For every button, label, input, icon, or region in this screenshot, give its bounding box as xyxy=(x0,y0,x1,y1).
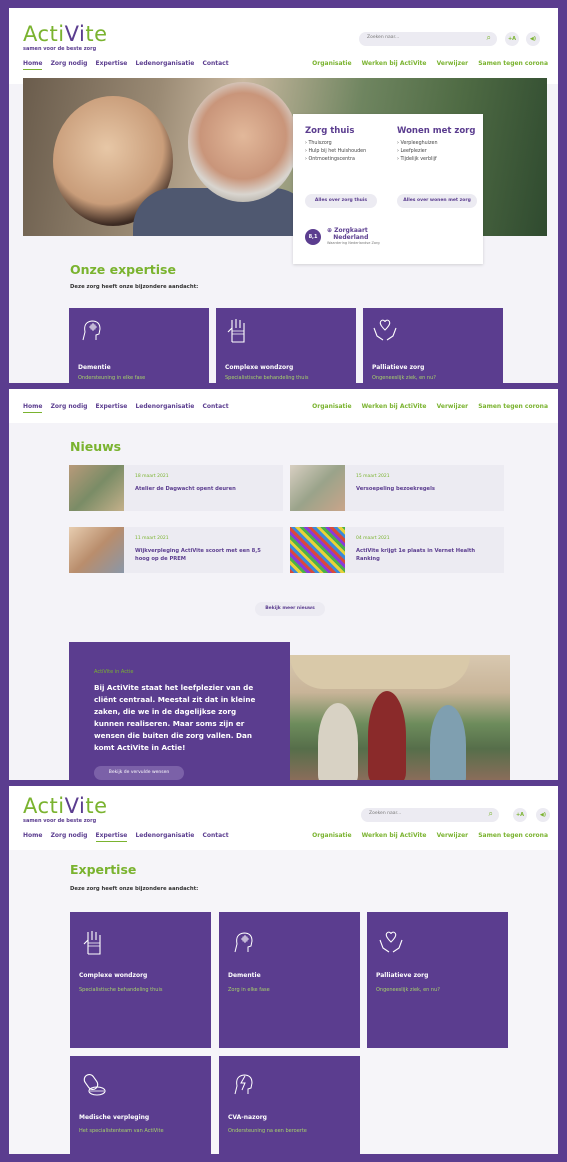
search-input[interactable]: Zoeken naar... ⌕ xyxy=(361,808,499,822)
brain-head-icon xyxy=(234,932,253,953)
brain-lightning-icon xyxy=(234,1074,253,1095)
zorg-thuis-button[interactable]: Alles over zorg thuis xyxy=(305,194,377,208)
brain-head-icon xyxy=(82,320,101,341)
main-nav: Home Zorg nodig Expertise Ledenorganisat… xyxy=(23,832,235,844)
search-input[interactable]: Zoeken naar... ⌕ xyxy=(359,32,497,46)
tile-dementie[interactable]: Dementie Ondersteuning in elke fase xyxy=(69,308,209,383)
news-item[interactable]: 11 maart 2021 Wijkverpleging ActiVite sc… xyxy=(69,527,283,573)
logo-tagline: samen voor de beste zorg xyxy=(23,818,97,824)
page-subtitle: Deze zorg heeft onze bijzondere aandacht… xyxy=(70,886,199,892)
more-news-button[interactable]: Bekijk meer nieuws xyxy=(255,602,325,616)
news-thumbnail xyxy=(290,527,345,573)
page-title: Expertise xyxy=(70,862,137,877)
nav-zorg-nodig[interactable]: Zorg nodig xyxy=(51,832,88,839)
nav-organisatie[interactable]: Organisatie xyxy=(312,832,351,839)
search-icon[interactable]: ⌕ xyxy=(489,809,493,819)
tile-dementie[interactable]: Dementie Zorg in elke fase xyxy=(219,912,360,1048)
nav-organisatie[interactable]: Organisatie xyxy=(312,60,351,67)
rating-badge: 8,1 xyxy=(305,229,321,245)
tile-cva-nazorg[interactable]: CVA-nazorg Ondersteuning na een beroerte xyxy=(219,1056,360,1154)
link-thuiszorg[interactable]: › Thuiszorg xyxy=(305,141,390,146)
link-hulp-huishouden[interactable]: › Hulp bij het Huishouden xyxy=(305,149,390,154)
secondary-nav: Organisatie Werken bij ActiVite Verwijze… xyxy=(304,60,548,67)
home-page-screenshot: ActiVite samen voor de beste zorg Zoeken… xyxy=(9,8,558,383)
nav-contact[interactable]: Contact xyxy=(202,403,228,410)
nav-organisatie[interactable]: Organisatie xyxy=(312,403,351,410)
tile-complexe-wondzorg[interactable]: Complexe wondzorg Specialistische behand… xyxy=(216,308,356,383)
nav-werken-bij[interactable]: Werken bij ActiVite xyxy=(362,60,427,67)
actie-label: ActiVite in Actie xyxy=(94,669,134,675)
tile-complexe-wondzorg[interactable]: Complexe wondzorg Specialistische behand… xyxy=(70,912,211,1048)
pills-icon xyxy=(83,1073,106,1096)
news-item[interactable]: 15 maart 2021 Versoepeling bezoekregels xyxy=(290,465,504,511)
logo-tagline: samen voor de beste zorg xyxy=(23,46,97,52)
link-tijdelijk-verblijf[interactable]: › Tijdelijk verblijf xyxy=(397,157,482,162)
link-verpleeghuizen[interactable]: › Verpleeghuizen xyxy=(397,141,482,146)
news-item[interactable]: 18 maart 2021 Atelier de Dagwacht opent … xyxy=(69,465,283,511)
tile-palliatieve-zorg[interactable]: Palliatieve zorg Ongeneeslijk ziek, en n… xyxy=(363,308,503,383)
nav-samen-tegen-corona[interactable]: Samen tegen corona xyxy=(478,403,548,410)
news-thumbnail xyxy=(69,527,124,573)
logo[interactable]: ActiVite samen voor de beste zorg xyxy=(23,24,108,53)
nav-ledenorganisatie[interactable]: Ledenorganisatie xyxy=(135,403,194,410)
bandaged-hand-icon xyxy=(227,319,245,343)
header: ActiVite samen voor de beste zorg Zoeken… xyxy=(9,8,558,84)
news-thumbnail xyxy=(290,465,345,511)
bandaged-hand-icon xyxy=(83,931,101,955)
read-aloud-button[interactable]: ◀) xyxy=(536,808,550,822)
nav-werken-bij[interactable]: Werken bij ActiVite xyxy=(362,832,427,839)
header: ActiVite samen voor de beste zorg Zoeken… xyxy=(9,786,558,850)
logo[interactable]: ActiVite samen voor de beste zorg xyxy=(23,796,108,825)
nav-werken-bij[interactable]: Werken bij ActiVite xyxy=(362,403,427,410)
vervulde-wensen-button[interactable]: Bekijk de vervulde wensen xyxy=(94,766,184,780)
secondary-nav: Organisatie Werken bij ActiVite Verwijze… xyxy=(304,832,548,839)
zorgkaart-logo[interactable]: ⊕ Zorgkaart Nederland Waardering Nederlan… xyxy=(327,227,380,245)
actie-text: Bij ActiVite staat het leefplezier van d… xyxy=(94,683,256,752)
nav-ledenorganisatie[interactable]: Ledenorganisatie xyxy=(135,832,194,839)
hero-care-card: Zorg thuis › Thuiszorg › Hulp bij het Hu… xyxy=(293,114,483,264)
actie-photo xyxy=(290,655,510,780)
nav-expertise[interactable]: Expertise xyxy=(96,60,128,67)
main-nav: Home Zorg nodig Expertise Ledenorganisat… xyxy=(23,60,235,72)
nav-home[interactable]: Home xyxy=(23,60,43,70)
nav-expertise[interactable]: Expertise xyxy=(96,403,128,410)
nav-ledenorganisatie[interactable]: Ledenorganisatie xyxy=(135,60,194,67)
news-page-screenshot: Home Zorg nodig Expertise Ledenorganisat… xyxy=(9,389,558,780)
home-expertise-title: Onze expertise xyxy=(70,262,176,277)
actie-block: ActiVite in Actie Bij ActiVite staat het… xyxy=(69,642,290,780)
home-expertise-subtitle: Deze zorg heeft onze bijzondere aandacht… xyxy=(70,284,199,290)
heart-hands-icon xyxy=(373,319,397,341)
expertise-page-screenshot: ActiVite samen voor de beste zorg Zoeken… xyxy=(9,786,558,1154)
tile-palliatieve-zorg[interactable]: Palliatieve zorg Ongeneeslijk ziek, en n… xyxy=(367,912,508,1048)
nav-verwijzer[interactable]: Verwijzer xyxy=(437,60,469,67)
font-size-button[interactable]: +A xyxy=(505,32,519,46)
news-item[interactable]: 04 maart 2021 ActiVite krijgt 1e plaats … xyxy=(290,527,504,573)
zorg-thuis-column: Zorg thuis › Thuiszorg › Hulp bij het Hu… xyxy=(305,126,390,165)
nav-verwijzer[interactable]: Verwijzer xyxy=(437,403,469,410)
wonen-met-zorg-column: Wonen met zorg › Verpleeghuizen › Leefpl… xyxy=(397,126,482,165)
news-title: Nieuws xyxy=(70,439,122,454)
nav-home[interactable]: Home xyxy=(23,832,42,839)
link-leefplezier[interactable]: › Leefplezier xyxy=(397,149,482,154)
main-nav: Home Zorg nodig Expertise Ledenorganisat… xyxy=(23,403,235,415)
nav-samen-tegen-corona[interactable]: Samen tegen corona xyxy=(478,832,548,839)
read-aloud-button[interactable]: ◀) xyxy=(526,32,540,46)
nav-verwijzer[interactable]: Verwijzer xyxy=(437,832,469,839)
nav-zorg-nodig[interactable]: Zorg nodig xyxy=(51,60,88,67)
wonen-met-zorg-button[interactable]: Alles over wonen met zorg xyxy=(397,194,477,208)
tile-medische-verpleging[interactable]: Medische verpleging Het specialistenteam… xyxy=(70,1056,211,1154)
nav-zorg-nodig[interactable]: Zorg nodig xyxy=(51,403,88,410)
search-icon[interactable]: ⌕ xyxy=(487,33,491,43)
nav-contact[interactable]: Contact xyxy=(202,832,228,839)
nav-home[interactable]: Home xyxy=(23,403,43,413)
heart-hands-icon xyxy=(379,931,403,953)
nav-contact[interactable]: Contact xyxy=(202,60,228,67)
nav-expertise[interactable]: Expertise xyxy=(95,832,128,842)
news-thumbnail xyxy=(69,465,124,511)
font-size-button[interactable]: +A xyxy=(513,808,527,822)
secondary-nav: Organisatie Werken bij ActiVite Verwijze… xyxy=(304,403,548,410)
nav-samen-tegen-corona[interactable]: Samen tegen corona xyxy=(478,60,548,67)
link-ontmoetingscentra[interactable]: › Ontmoetingscentra xyxy=(305,157,390,162)
